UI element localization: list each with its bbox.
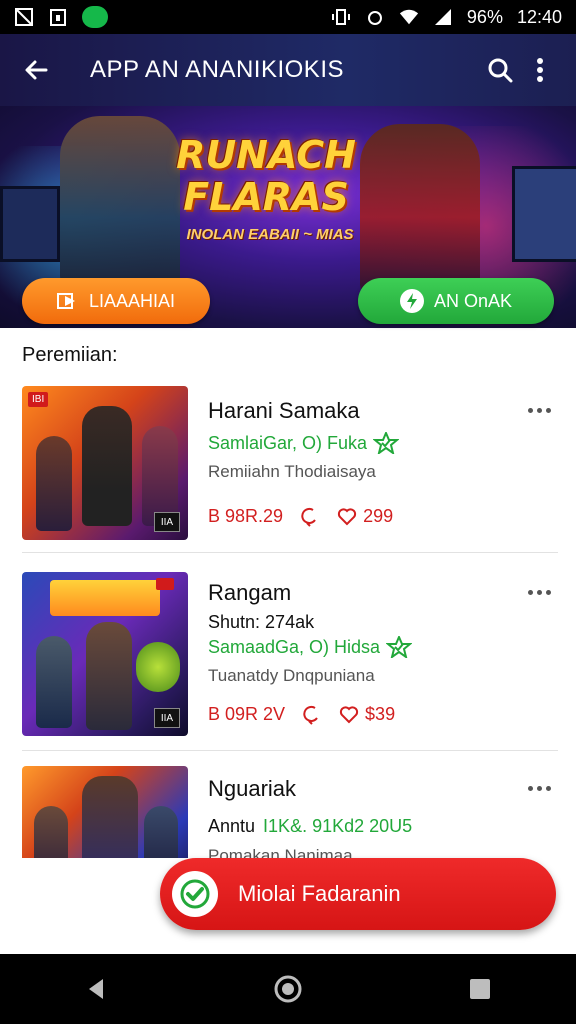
game-subtitle: Pomakan Nanimaa xyxy=(208,846,353,858)
card-more-button[interactable] xyxy=(522,400,556,420)
game-tagline: INOLAN EABAII ~ MIAS xyxy=(186,226,354,243)
no-signal-icon xyxy=(14,7,34,27)
game-info-prefix: Anntu xyxy=(208,816,256,836)
install-button[interactable]: AN OnAK xyxy=(358,278,554,324)
game-title: Rangam xyxy=(208,580,292,605)
section-title: Peremiian: xyxy=(22,344,118,366)
fab-label: Miolai Fadaranin xyxy=(238,881,401,906)
battery-text: 96% xyxy=(466,6,503,27)
alarm-icon xyxy=(365,7,385,27)
developer-text: I1K&. 91Kd2 20U5 xyxy=(263,816,413,836)
likes-count: $39 xyxy=(365,704,396,724)
clock: 12:40 xyxy=(516,6,562,27)
nav-home-icon xyxy=(274,975,302,1003)
likes[interactable]: $39 xyxy=(339,704,395,725)
thumbnail-corner-label: IIA xyxy=(154,708,180,728)
hero-character-image xyxy=(60,116,180,286)
play-arrow-icon xyxy=(56,293,75,309)
game-logo-line2: FLARAS xyxy=(183,175,349,219)
nav-recents-icon xyxy=(470,979,490,999)
game-subtitle: Remiiahn Thodiaisaya xyxy=(208,462,376,481)
divider xyxy=(22,552,558,553)
game-stats: B 09R 2V $39 xyxy=(208,704,395,725)
game-logo: RUNACH FLARAS xyxy=(176,136,356,216)
game-title: Nguariak xyxy=(208,776,297,801)
game-subtitle: Tuanatdy Dnqpuniana xyxy=(208,666,375,685)
heart-icon xyxy=(337,507,357,525)
card-more-button[interactable] xyxy=(522,778,556,798)
game-title: Harani Samaka xyxy=(208,398,360,423)
nav-home-button[interactable] xyxy=(268,969,308,1009)
app-bar: APP AN ANANIKIOKIS xyxy=(0,34,576,106)
heroine-character-image xyxy=(360,124,480,294)
thumbnail-badge: IBI xyxy=(28,392,49,407)
nav-back-icon xyxy=(89,979,103,999)
developer-line: SamlaiGar, O) Fuka xyxy=(208,432,400,454)
game-thumbnail: IIA xyxy=(22,572,188,736)
nav-recents-button[interactable] xyxy=(460,969,500,1009)
action-fab-button[interactable]: Miolai Fadaranin xyxy=(160,858,556,930)
thumbnail-corner-label: IIA xyxy=(154,512,180,532)
vibrate-icon xyxy=(331,7,351,27)
game-info-line: Anntu I1K&. 91Kd2 20U5 xyxy=(208,816,412,837)
game-card[interactable]: IBI IIA Harani Samaka SamlaiGar, O) Fuka… xyxy=(22,386,558,542)
thumbnail-badge xyxy=(156,578,174,590)
verified-star-icon xyxy=(386,636,413,658)
nav-back-button[interactable] xyxy=(76,969,116,1009)
developer-text: SamlaiGar, O) Fuka xyxy=(208,432,368,453)
app-notification-icon xyxy=(82,6,108,28)
likes-count: 299 xyxy=(363,506,394,526)
price-text: B 09R 2V xyxy=(208,704,286,724)
heart-icon xyxy=(339,705,359,723)
play-button[interactable]: LIAAAHIAI xyxy=(22,278,210,324)
game-thumbnail: IBI IIA xyxy=(22,386,188,540)
check-icon xyxy=(172,871,218,917)
play-button-label: LIAAAHIAI xyxy=(88,290,176,311)
bolt-icon xyxy=(399,289,424,313)
arcade-screen-image xyxy=(512,166,576,262)
install-button-label: AN OnAK xyxy=(433,290,513,311)
search-icon xyxy=(488,58,513,83)
status-bar: 96% 12:40 xyxy=(0,0,576,34)
game-stats: B 98R.29 299 xyxy=(208,506,393,527)
search-button[interactable] xyxy=(480,50,520,90)
price-text: B 98R.29 xyxy=(208,506,284,526)
game-card[interactable]: Nguariak Anntu I1K&. 91Kd2 20U5 Pomakan … xyxy=(22,766,558,858)
more-options-button[interactable] xyxy=(520,50,560,90)
more-vert-icon xyxy=(537,58,543,82)
developer-text: SamaadGa, O) Hidsa xyxy=(208,636,381,657)
game-logo-line1: RUNACH xyxy=(176,133,356,177)
back-button[interactable] xyxy=(16,50,56,90)
likes[interactable]: 299 xyxy=(337,506,393,527)
wifi-icon xyxy=(399,7,419,27)
arcade-screen-image xyxy=(0,186,60,262)
system-nav-bar xyxy=(0,954,576,1024)
signal-icon xyxy=(433,7,453,27)
game-thumbnail xyxy=(22,766,188,858)
lock-icon xyxy=(48,7,68,27)
game-info-line: Shutn: 274ak xyxy=(208,612,315,632)
verified-star-icon xyxy=(373,432,400,454)
divider xyxy=(22,750,558,751)
page-title: APP AN ANANIKIOKIS xyxy=(90,56,344,83)
back-arrow-icon xyxy=(25,60,48,80)
share-icon[interactable] xyxy=(301,507,319,527)
developer-line: SamaadGa, O) Hidsa xyxy=(208,636,413,658)
share-icon[interactable] xyxy=(303,705,321,725)
game-card[interactable]: IIA Rangam Shutn: 274ak SamaadGa, O) Hid… xyxy=(22,572,558,736)
card-more-button[interactable] xyxy=(522,582,556,602)
